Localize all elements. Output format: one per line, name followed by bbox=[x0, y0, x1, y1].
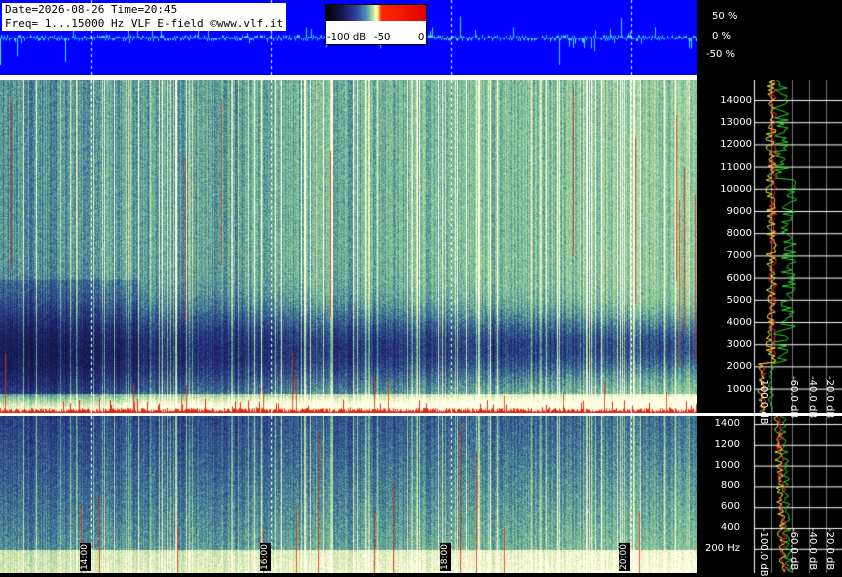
upper-freq-label: 1000 bbox=[726, 383, 752, 395]
upper-freq-label: 6000 bbox=[726, 272, 752, 284]
time-label-2000: 20:00 bbox=[619, 543, 630, 571]
spectrogram-lower bbox=[0, 416, 697, 573]
colorbar-label-max: 0 bbox=[418, 32, 425, 43]
upper-freq-label: 14000 bbox=[720, 95, 752, 106]
upper-freq-label: 11000 bbox=[720, 161, 752, 173]
upper-freq-label: 9000 bbox=[726, 206, 752, 217]
separator-mid bbox=[0, 413, 697, 416]
waveform-label-50: 50 % bbox=[712, 11, 738, 22]
upper-freq-label: 10000 bbox=[720, 183, 752, 195]
lower-freq-label: 1200 bbox=[714, 438, 740, 450]
info-box: Date=2026-08-26 Time=20:45 Freq= 1...150… bbox=[2, 3, 287, 31]
upper-freq-label: 3000 bbox=[726, 339, 752, 351]
spectrum-db-label-lower: -40.0 dB bbox=[807, 528, 818, 571]
waveform-label-neg50: -50 % bbox=[706, 49, 736, 60]
colorbar-gradient bbox=[326, 5, 426, 21]
upper-freq-label: 7000 bbox=[726, 250, 752, 262]
separator-top bbox=[0, 75, 697, 80]
upper-freq-label: 12000 bbox=[720, 139, 752, 151]
freq-line: Freq= 1...15000 Hz VLF E-field ©www.vlf.… bbox=[5, 17, 284, 30]
date-time-line: Date=2026-08-26 Time=20:45 bbox=[5, 3, 178, 16]
lower-freq-label: 600 bbox=[720, 501, 740, 513]
colorbar-label-min: -100 dB bbox=[327, 32, 367, 43]
upper-freq-label: 5000 bbox=[726, 294, 752, 306]
lower-freq-label: 400 bbox=[720, 522, 740, 533]
colorbar-label-mid: -50 bbox=[374, 32, 391, 43]
lower-freq-label: 200 Hz bbox=[704, 542, 740, 554]
spectrum-db-label-upper: -20.0 dB bbox=[824, 376, 835, 419]
spectrum-db-label-lower: -100.0 dB bbox=[758, 528, 769, 577]
waveform-label-0: 0 % bbox=[712, 31, 732, 42]
upper-freq-label: 8000 bbox=[726, 228, 752, 240]
separator-right-mid bbox=[697, 413, 842, 416]
lower-freq-label: 1400 bbox=[714, 418, 740, 429]
colorbar: -100 dB -50 0 bbox=[325, 4, 427, 45]
spectrum-db-label-upper: -100.0 dB bbox=[758, 376, 769, 425]
upper-freq-label: 13000 bbox=[720, 117, 752, 129]
time-label-1400: 14:00 bbox=[80, 543, 91, 571]
time-label-1600: 16:00 bbox=[260, 543, 271, 571]
spectrogram-upper bbox=[0, 80, 697, 413]
time-label-1800: 18:00 bbox=[440, 543, 451, 571]
upper-freq-label: 4000 bbox=[726, 317, 752, 328]
upper-freq-label: 2000 bbox=[726, 361, 752, 373]
vlf-spectrogram-view: Date=2026-08-26 Time=20:45 Freq= 1...150… bbox=[0, 0, 842, 577]
spectrum-db-label-upper: -40.0 dB bbox=[807, 376, 818, 419]
spectrum-db-label-lower: -20.0 dB bbox=[824, 528, 835, 571]
spectrum-plot-upper bbox=[697, 80, 842, 413]
spectrum-db-label-lower: -60.0 dB bbox=[788, 528, 799, 571]
lower-freq-label: 800 bbox=[720, 480, 740, 492]
spectrum-db-label-upper: -60.0 dB bbox=[788, 376, 799, 419]
lower-freq-label: 1000 bbox=[714, 459, 740, 471]
